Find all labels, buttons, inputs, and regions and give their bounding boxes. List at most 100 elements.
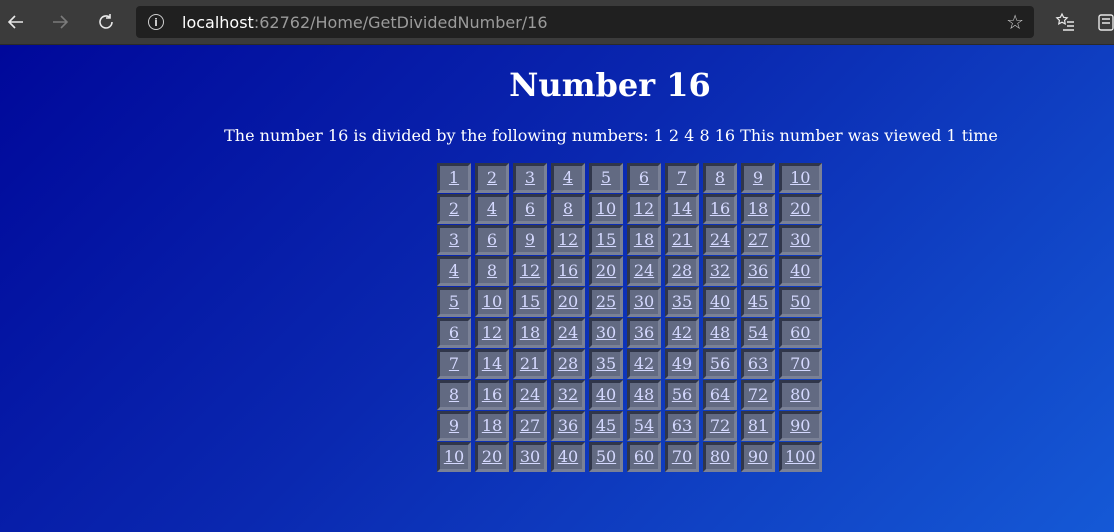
number-link[interactable]: 80 — [790, 385, 810, 404]
number-link[interactable]: 18 — [748, 199, 768, 218]
number-link[interactable]: 18 — [634, 230, 654, 249]
number-link[interactable]: 6 — [639, 168, 649, 187]
number-link[interactable]: 1 — [449, 168, 459, 187]
number-link[interactable]: 12 — [558, 230, 578, 249]
number-link[interactable]: 15 — [520, 292, 540, 311]
number-link[interactable]: 6 — [525, 199, 535, 218]
number-link[interactable]: 9 — [525, 230, 535, 249]
number-link[interactable]: 27 — [748, 230, 768, 249]
number-link[interactable]: 4 — [563, 168, 573, 187]
number-link[interactable]: 81 — [748, 416, 768, 435]
number-link[interactable]: 54 — [634, 416, 654, 435]
number-link[interactable]: 7 — [449, 354, 459, 373]
address-bar[interactable]: i localhost:62762/Home/GetDividedNumber/… — [136, 6, 1034, 38]
number-link[interactable]: 8 — [563, 199, 573, 218]
number-link[interactable]: 48 — [634, 385, 654, 404]
number-link[interactable]: 4 — [487, 199, 497, 218]
number-link[interactable]: 28 — [672, 261, 692, 280]
number-link[interactable]: 70 — [790, 354, 810, 373]
number-link[interactable]: 7 — [677, 168, 687, 187]
number-link[interactable]: 3 — [525, 168, 535, 187]
number-link[interactable]: 21 — [520, 354, 540, 373]
number-link[interactable]: 56 — [672, 385, 692, 404]
number-link[interactable]: 9 — [753, 168, 763, 187]
number-link[interactable]: 18 — [520, 323, 540, 342]
number-link[interactable]: 24 — [710, 230, 730, 249]
number-link[interactable]: 10 — [444, 447, 464, 466]
number-link[interactable]: 40 — [596, 385, 616, 404]
collections-icon[interactable] — [1090, 6, 1114, 38]
number-link[interactable]: 16 — [558, 261, 578, 280]
number-link[interactable]: 50 — [790, 292, 810, 311]
number-link[interactable]: 5 — [601, 168, 611, 187]
number-link[interactable]: 40 — [710, 292, 730, 311]
number-link[interactable]: 45 — [596, 416, 616, 435]
number-link[interactable]: 12 — [520, 261, 540, 280]
number-link[interactable]: 6 — [487, 230, 497, 249]
number-link[interactable]: 64 — [710, 385, 730, 404]
number-link[interactable]: 21 — [672, 230, 692, 249]
number-link[interactable]: 28 — [558, 354, 578, 373]
number-link[interactable]: 45 — [748, 292, 768, 311]
number-link[interactable]: 10 — [482, 292, 502, 311]
number-link[interactable]: 27 — [520, 416, 540, 435]
number-link[interactable]: 15 — [596, 230, 616, 249]
number-link[interactable]: 63 — [672, 416, 692, 435]
number-link[interactable]: 36 — [748, 261, 768, 280]
number-link[interactable]: 24 — [634, 261, 654, 280]
number-link[interactable]: 32 — [558, 385, 578, 404]
number-link[interactable]: 10 — [596, 199, 616, 218]
number-link[interactable]: 14 — [672, 199, 692, 218]
number-link[interactable]: 90 — [790, 416, 810, 435]
number-link[interactable]: 36 — [634, 323, 654, 342]
number-link[interactable]: 35 — [672, 292, 692, 311]
number-link[interactable]: 56 — [710, 354, 730, 373]
number-link[interactable]: 6 — [449, 323, 459, 342]
forward-arrow-icon[interactable] — [44, 6, 76, 38]
number-link[interactable]: 32 — [710, 261, 730, 280]
number-link[interactable]: 42 — [634, 354, 654, 373]
number-link[interactable]: 100 — [785, 447, 816, 466]
number-link[interactable]: 12 — [634, 199, 654, 218]
number-link[interactable]: 54 — [748, 323, 768, 342]
number-link[interactable]: 20 — [596, 261, 616, 280]
number-link[interactable]: 49 — [672, 354, 692, 373]
info-icon[interactable]: i — [148, 14, 164, 30]
url-text[interactable]: localhost:62762/Home/GetDividedNumber/16 — [182, 13, 548, 32]
number-link[interactable]: 80 — [710, 447, 730, 466]
number-link[interactable]: 18 — [482, 416, 502, 435]
number-link[interactable]: 14 — [482, 354, 502, 373]
number-link[interactable]: 25 — [596, 292, 616, 311]
number-link[interactable]: 63 — [748, 354, 768, 373]
number-link[interactable]: 8 — [487, 261, 497, 280]
number-link[interactable]: 72 — [748, 385, 768, 404]
number-link[interactable]: 20 — [558, 292, 578, 311]
number-link[interactable]: 36 — [558, 416, 578, 435]
number-link[interactable]: 20 — [482, 447, 502, 466]
number-link[interactable]: 16 — [482, 385, 502, 404]
number-link[interactable]: 48 — [710, 323, 730, 342]
number-link[interactable]: 40 — [790, 261, 810, 280]
number-link[interactable]: 8 — [449, 385, 459, 404]
number-link[interactable]: 60 — [790, 323, 810, 342]
back-arrow-icon[interactable] — [0, 6, 32, 38]
number-link[interactable]: 90 — [748, 447, 768, 466]
number-link[interactable]: 24 — [558, 323, 578, 342]
number-link[interactable]: 35 — [596, 354, 616, 373]
number-link[interactable]: 24 — [520, 385, 540, 404]
number-link[interactable]: 12 — [482, 323, 502, 342]
number-link[interactable]: 16 — [710, 199, 730, 218]
number-link[interactable]: 40 — [558, 447, 578, 466]
number-link[interactable]: 20 — [790, 199, 810, 218]
number-link[interactable]: 30 — [596, 323, 616, 342]
number-link[interactable]: 3 — [449, 230, 459, 249]
number-link[interactable]: 30 — [790, 230, 810, 249]
number-link[interactable]: 9 — [449, 416, 459, 435]
star-icon[interactable]: ☆ — [1006, 11, 1024, 33]
number-link[interactable]: 2 — [449, 199, 459, 218]
number-link[interactable]: 2 — [487, 168, 497, 187]
favorites-icon[interactable] — [1049, 6, 1081, 38]
number-link[interactable]: 42 — [672, 323, 692, 342]
number-link[interactable]: 30 — [520, 447, 540, 466]
refresh-icon[interactable] — [90, 6, 122, 38]
